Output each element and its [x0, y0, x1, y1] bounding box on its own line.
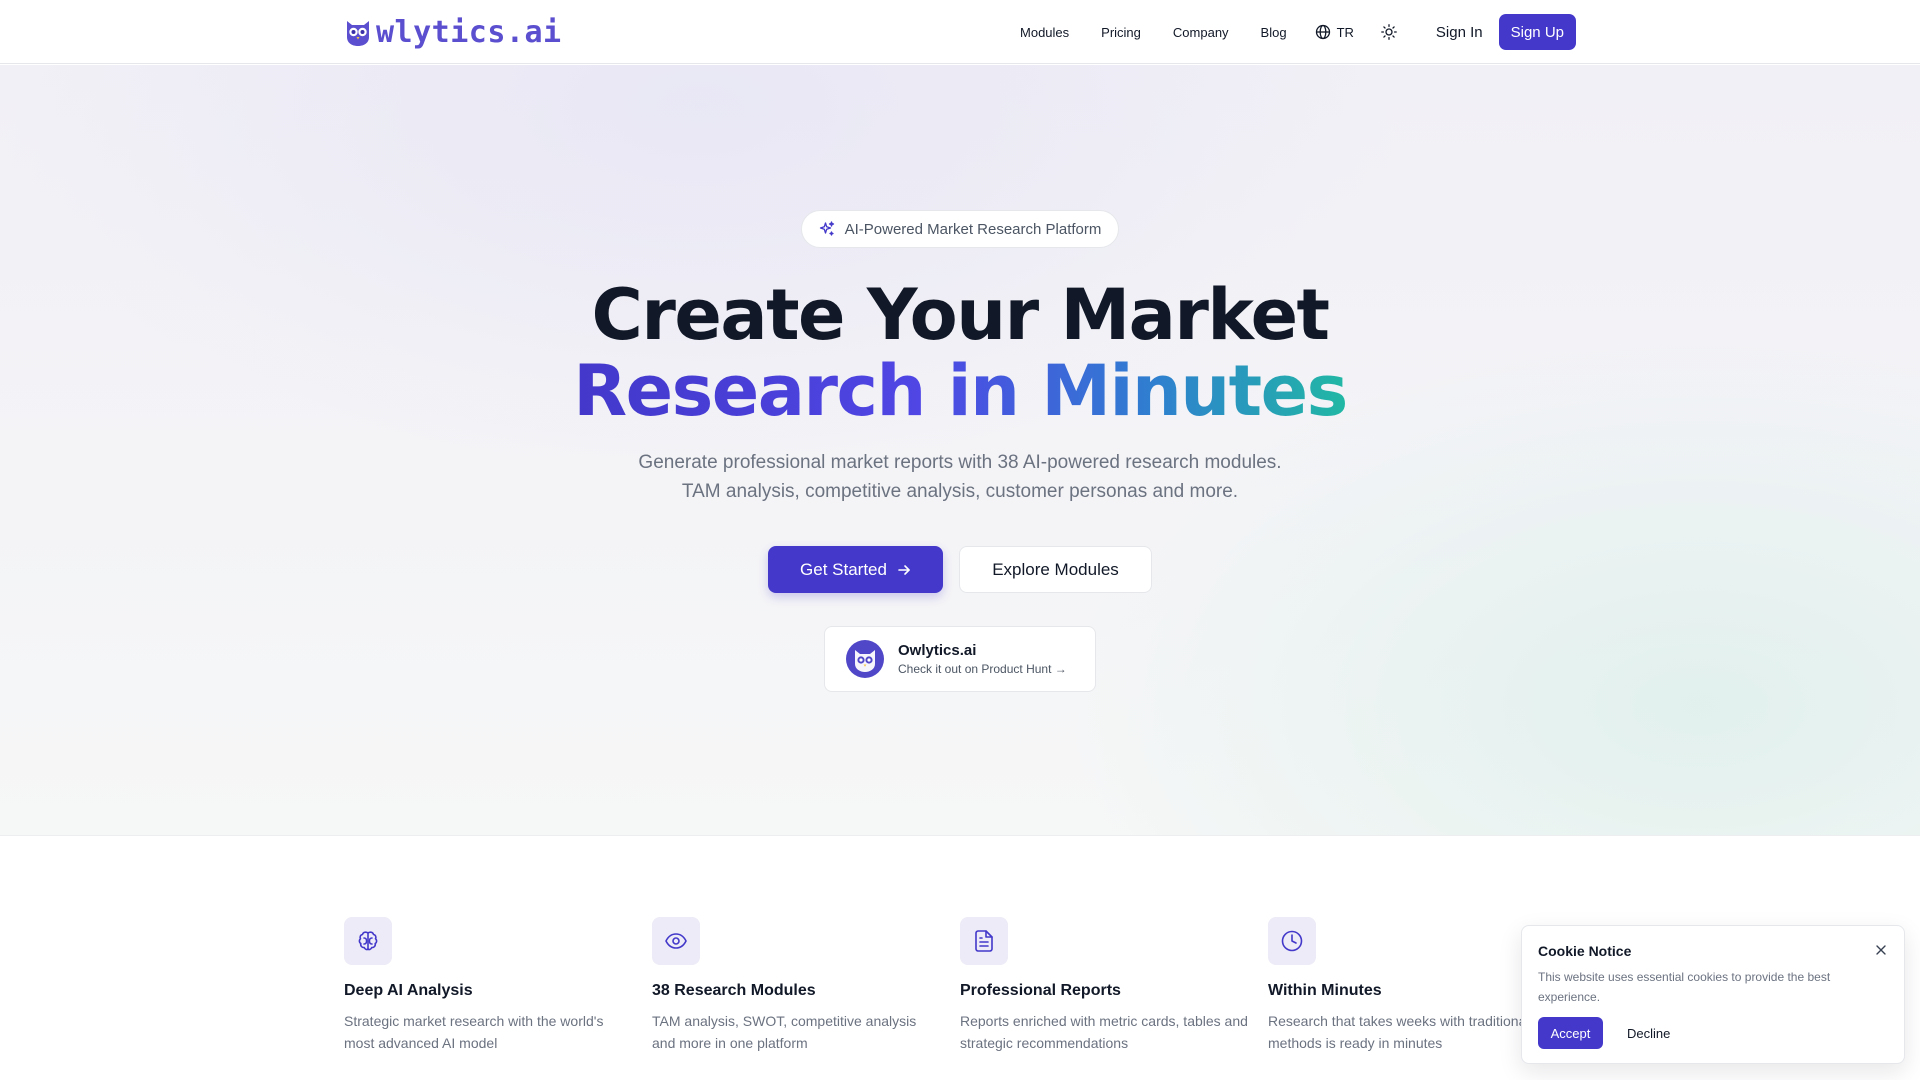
document-icon — [975, 930, 993, 952]
product-hunt-card[interactable]: Owlytics.ai Check it out on Product Hunt… — [824, 626, 1096, 692]
close-icon — [1876, 945, 1886, 955]
brain-icon — [358, 931, 378, 951]
explore-modules-button[interactable]: Explore Modules — [959, 546, 1152, 593]
feature-description: Research that takes weeks with tradition… — [1268, 1013, 1530, 1051]
feature-card: 38 Research Modules TAM analysis, SWOT, … — [652, 917, 960, 1054]
sign-in-link[interactable]: Sign In — [1436, 24, 1483, 41]
feature-card: Professional Reports Reports enriched wi… — [960, 917, 1268, 1054]
language-switcher[interactable]: TR — [1315, 24, 1354, 40]
sparkles-icon — [819, 221, 834, 236]
cookie-notice: Cookie Notice This website uses essentia… — [1521, 925, 1905, 1064]
hero-title: Create Your Market Research in Minutes — [0, 277, 1920, 429]
nav-pricing[interactable]: Pricing — [1101, 25, 1141, 40]
site-header: wlytics.ai Modules Pricing Company Blog … — [0, 0, 1920, 64]
cookie-notice-text: This website uses essential cookies to p… — [1538, 970, 1831, 1004]
feature-description: Reports enriched with metric cards, tabl… — [960, 1013, 1248, 1051]
feature-title: 38 Research Modules — [652, 982, 816, 999]
hero-subtitle-line2: TAM analysis, competitive analysis, cust… — [681, 481, 1239, 502]
nav-modules[interactable]: Modules — [1020, 25, 1069, 40]
feature-description: Strategic market research with the world… — [344, 1013, 604, 1051]
accept-cookies-button[interactable]: Accept — [1538, 1017, 1603, 1049]
feature-icon-box — [960, 917, 1008, 965]
feature-title: Deep AI Analysis — [344, 982, 473, 999]
cookie-notice-title: Cookie Notice — [1538, 943, 1632, 959]
hero-title-line1: Create Your Market — [591, 274, 1330, 356]
nav-blog[interactable]: Blog — [1261, 25, 1287, 40]
feature-description: TAM analysis, SWOT, competitive analysis… — [652, 1013, 917, 1051]
hero-badge: AI-Powered Market Research Platform — [801, 210, 1119, 248]
nav-company[interactable]: Company — [1173, 25, 1229, 40]
feature-icon-box — [344, 917, 392, 965]
owl-logo-icon — [347, 21, 369, 46]
product-hunt-name: Owlytics.ai — [898, 642, 977, 659]
feature-icon-box — [652, 917, 700, 965]
get-started-label: Get Started — [800, 559, 887, 579]
product-hunt-text: Owlytics.ai Check it out on Product Hunt… — [898, 642, 1067, 676]
hero-subtitle-line1: Generate professional market reports wit… — [638, 452, 1282, 473]
brand-wordmark: wlytics.ai — [376, 14, 562, 50]
clock-icon — [1281, 930, 1303, 952]
globe-icon — [1315, 24, 1330, 40]
hero-badge-label: AI-Powered Market Research Platform — [844, 220, 1102, 238]
hero-subtitle: Generate professional market reports wit… — [0, 448, 1920, 506]
theme-toggle[interactable] — [1380, 23, 1398, 41]
feature-icon-box — [1268, 917, 1316, 965]
sun-icon — [1381, 24, 1397, 40]
hero-title-line2: Research in Minutes — [573, 350, 1348, 432]
hero-section: AI-Powered Market Research Platform Crea… — [0, 65, 1920, 836]
close-cookie-button[interactable] — [1872, 941, 1890, 959]
get-started-button[interactable]: Get Started — [768, 546, 943, 593]
sign-up-button[interactable]: Sign Up — [1498, 14, 1576, 50]
product-hunt-tagline: Check it out on Product Hunt → — [898, 662, 1067, 676]
main-nav: Modules Pricing Company Blog TR Sign In … — [1020, 14, 1576, 50]
language-label: TR — [1336, 24, 1354, 40]
decline-cookies-button[interactable]: Decline — [1619, 1017, 1678, 1049]
brand-logo[interactable]: wlytics.ai — [344, 14, 562, 50]
hero-cta-row: Get Started Explore Modules — [0, 546, 1920, 593]
arrow-right-icon — [898, 564, 910, 575]
owl-avatar-icon — [846, 640, 884, 678]
feature-card: Deep AI Analysis Strategic market resear… — [344, 917, 652, 1054]
features-section: Deep AI Analysis Strategic market resear… — [344, 917, 1576, 1054]
feature-title: Professional Reports — [960, 982, 1121, 999]
eye-icon — [665, 933, 687, 949]
